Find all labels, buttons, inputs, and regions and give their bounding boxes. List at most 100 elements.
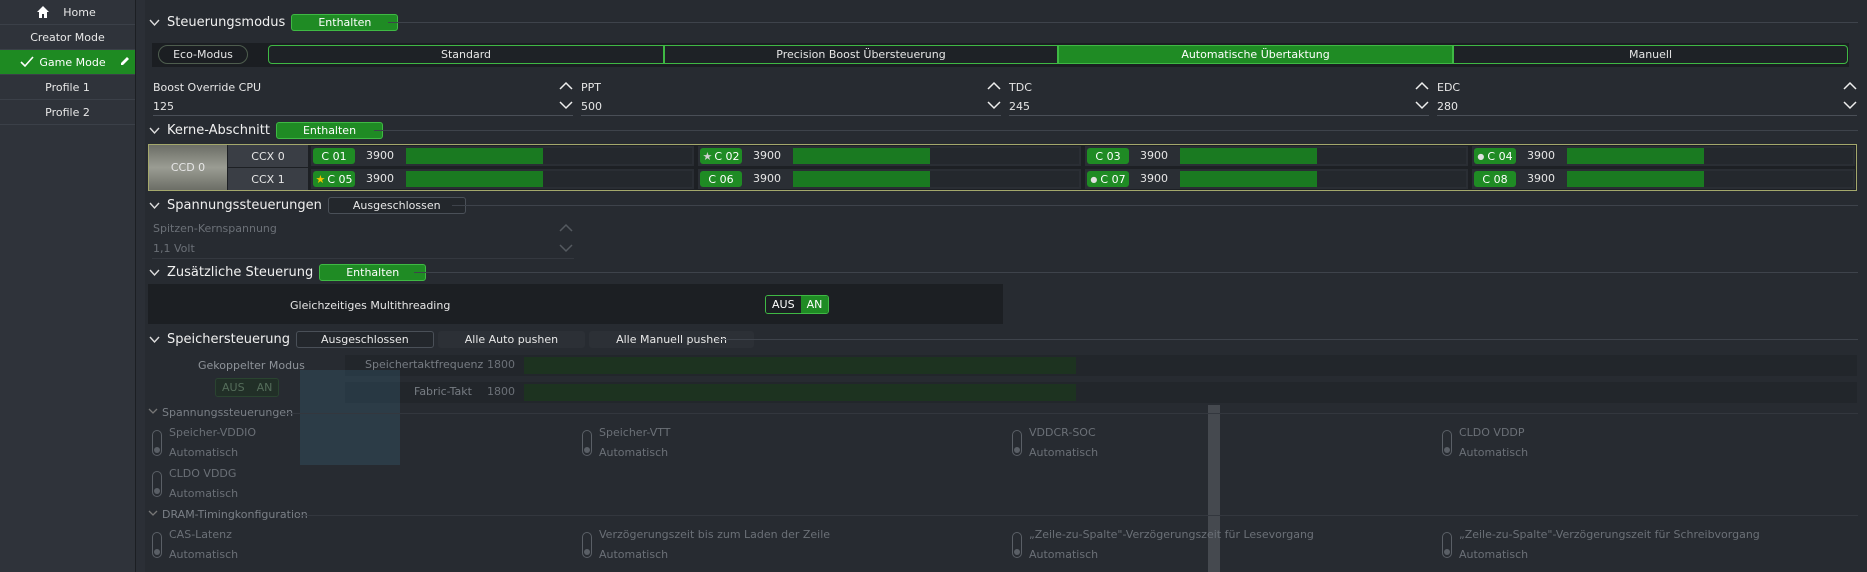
setting-label: VDDCR-SOC [1029,426,1096,439]
core-badge[interactable]: ● C 04 [1474,148,1516,164]
toggle-switch[interactable] [152,471,162,497]
chevron-up-icon[interactable] [1415,80,1429,92]
core-badge[interactable]: ● C 07 [1087,171,1129,187]
chevron-up-icon[interactable] [559,80,573,92]
setting-value: Automatisch [1459,446,1529,459]
core-name: C 08 [1482,172,1508,186]
chevron-up-icon[interactable] [987,80,1001,92]
core-badge[interactable]: C 08 [1474,171,1516,187]
core-value: 3900 [753,172,781,185]
chevron-down-icon[interactable] [148,199,161,212]
mode-precision-boost[interactable]: Precision Boost Übersteuerung [664,45,1058,64]
core-badge[interactable]: ★ C 05 [313,171,355,187]
toggle-switch[interactable] [582,430,592,456]
core-row[interactable]: C 01 3900 [311,146,694,166]
toggle-switch[interactable] [1442,430,1452,456]
core-slider[interactable] [406,171,692,187]
core-row[interactable]: ★ C 02 3900 [698,146,1081,166]
core-badge[interactable]: C 01 [313,148,355,164]
status-badge[interactable]: Enthalten [319,263,427,281]
mode-standard[interactable]: Standard [268,45,664,64]
chevron-down-icon[interactable] [559,242,573,257]
core-row[interactable]: ★ C 05 3900 [311,169,694,189]
setting-label: Verzögerungszeit bis zum Laden der Zeile [599,528,831,541]
toggle-on[interactable]: AN [800,296,829,313]
core-value: 3900 [1140,172,1168,185]
sidebar-item-creator-mode[interactable]: Creator Mode [0,25,135,50]
core-slider[interactable] [793,148,1079,164]
status-badge[interactable]: Ausgeschlossen [296,330,434,348]
chevron-down-icon[interactable] [559,99,573,111]
core-badge[interactable]: ★ C 02 [700,148,742,164]
sidebar-item-profile-1[interactable]: Profile 1 [0,75,135,100]
param-boost-override: Boost Override CPU 125 [153,78,573,116]
core-badge[interactable]: C 03 [1087,148,1129,164]
mem-clock-slider[interactable] [524,357,1076,374]
toggle-switch[interactable] [582,532,592,558]
core-row[interactable]: C 08 3900 [1472,169,1855,189]
fabric-clock-value: 1800 [487,385,515,398]
core-slider[interactable] [1567,171,1853,187]
fabric-clock-label: Fabric-Takt [414,385,472,398]
chevron-down-icon[interactable] [1415,99,1429,111]
toggle-switch[interactable] [152,532,162,558]
chevron-down-icon[interactable] [148,124,161,137]
background-artifact [1208,405,1220,572]
toggle-off[interactable]: AUS [216,379,251,396]
chevron-up-icon[interactable] [1843,80,1857,92]
core-row[interactable]: C 03 3900 [1085,146,1468,166]
pencil-icon[interactable] [119,55,131,70]
status-badge[interactable]: Enthalten [275,121,384,139]
fabric-clock-slider[interactable] [524,384,1076,401]
subsection-title: Spannungssteuerungen [162,406,294,419]
subsection-title: DRAM-Timingkonfiguration [162,508,308,521]
toggle-switch[interactable] [1012,430,1022,456]
section-title: Speichersteuerung [167,331,291,347]
toggle-switch[interactable] [152,430,162,456]
sidebar-item-game-mode[interactable]: Game Mode [0,50,135,75]
chevron-down-icon[interactable] [1843,99,1857,111]
eco-mode-button[interactable]: Eco-Modus [158,45,248,64]
mode-manual[interactable]: Manuell [1453,45,1848,64]
chevron-down-icon[interactable] [148,16,161,29]
chevron-down-icon[interactable] [987,99,1001,111]
chevron-down-icon[interactable] [148,406,158,419]
smt-row [148,284,1003,324]
field-value: 1,1 Volt [153,242,195,255]
core-row[interactable]: ● C 04 3900 [1472,146,1855,166]
chevron-down-icon[interactable] [148,333,161,346]
core-slider-fill [793,171,931,187]
param-edc: EDC 280 [1437,78,1857,116]
toggle-switch[interactable] [1442,532,1452,558]
core-row[interactable]: C 06 3900 [698,169,1081,189]
core-slider[interactable] [793,171,1079,187]
toggle-on[interactable]: AN [250,379,279,396]
sidebar-item-home[interactable]: Home [0,0,135,25]
sidebar-item-profile-2[interactable]: Profile 2 [0,100,135,125]
push-auto-button[interactable]: Alle Auto pushen [437,330,586,348]
setting-value: Automatisch [599,446,669,459]
smt-toggle[interactable]: AUS AN [765,295,830,314]
param-label: EDC [1437,81,1461,94]
toggle-switch[interactable] [1012,532,1022,558]
section-memory: Speichersteuerung Ausgeschlossen Alle Au… [148,329,754,349]
status-badge[interactable]: Ausgeschlossen [327,196,466,214]
mode-auto-overclock[interactable]: Automatische Übertaktung [1058,45,1453,64]
toggle-off[interactable]: AUS [766,296,801,313]
core-badge[interactable]: C 06 [700,171,742,187]
core-slider[interactable] [1567,148,1853,164]
chevron-up-icon[interactable] [559,222,573,237]
setting-value: Automatisch [169,487,239,500]
chevron-down-icon[interactable] [148,266,161,279]
status-badge[interactable]: Enthalten [291,13,399,31]
background-artifact [300,370,400,465]
chevron-down-icon[interactable] [148,508,158,521]
coupled-toggle[interactable]: AUS AN [215,378,280,397]
param-value: 245 [1009,100,1030,113]
core-slider[interactable] [1180,171,1466,187]
core-slider[interactable] [1180,148,1466,164]
core-slider[interactable] [406,148,692,164]
param-tdc: TDC 245 [1009,78,1429,116]
core-row[interactable]: ● C 07 3900 [1085,169,1468,189]
param-label: TDC [1009,81,1032,94]
